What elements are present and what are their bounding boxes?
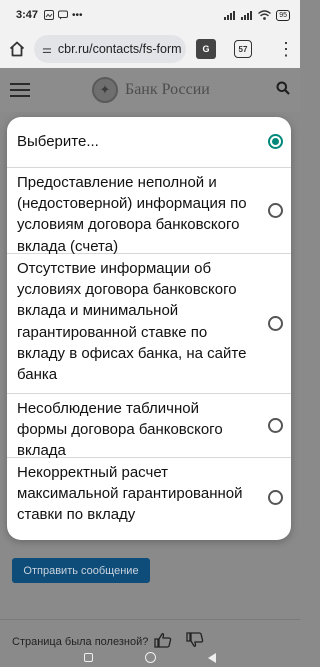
wifi-icon — [258, 10, 272, 20]
site-logo[interactable]: ✦ Банк России — [92, 77, 210, 103]
search-icon[interactable] — [276, 81, 290, 100]
option-label: Отсутствие информации об условиях догово… — [17, 260, 247, 384]
home-nav-icon[interactable] — [145, 652, 156, 663]
gallery-icon — [44, 10, 55, 20]
address-bar[interactable]: ⚌ cbr.ru/contacts/fs-form — [34, 35, 186, 63]
option-label: Некорректный расчет максимальной гаранти… — [17, 464, 243, 524]
divider — [0, 619, 300, 620]
system-icons: 95 — [224, 9, 290, 21]
recents-icon[interactable] — [84, 653, 93, 662]
translate-icon[interactable]: G — [196, 39, 216, 59]
system-nav-bar — [0, 648, 300, 667]
clock: 3:47 — [16, 9, 39, 21]
option-label: Несоблюдение табличной формы договора ба… — [17, 400, 223, 460]
option-item[interactable]: Отсутствие информации об условиях догово… — [7, 254, 291, 394]
tab-switcher-button[interactable]: 57 — [234, 40, 252, 58]
option-item[interactable]: Некорректный расчет максимальной гаранти… — [7, 458, 291, 540]
emblem-icon: ✦ — [92, 77, 118, 103]
option-item[interactable]: Выберите... — [7, 117, 291, 168]
brand-name: Банк России — [125, 81, 210, 98]
home-icon[interactable] — [8, 40, 26, 58]
dots-icon: ••• — [72, 9, 83, 21]
site-header: ✦ Банк России — [0, 68, 300, 112]
battery-icon: 95 — [276, 9, 290, 21]
radio-icon[interactable] — [268, 203, 283, 218]
radio-icon[interactable] — [268, 490, 283, 505]
option-label: Предоставление неполной и (недостоверной… — [17, 174, 247, 255]
message-icon — [58, 10, 69, 20]
status-bar: 3:47 ••• 95 — [0, 0, 300, 30]
more-menu-icon[interactable]: ⋮ — [277, 39, 295, 60]
send-message-button[interactable]: Отправить сообщение — [12, 558, 150, 583]
radio-icon[interactable] — [268, 316, 283, 331]
select-options-dialog: Выберите... Предоставление неполной и (н… — [7, 117, 291, 540]
option-label: Выберите... — [17, 133, 99, 150]
hamburger-menu-icon[interactable] — [10, 83, 30, 97]
url-text: cbr.ru/contacts/fs-form — [57, 42, 182, 56]
notification-icons: ••• — [44, 10, 83, 21]
site-settings-icon[interactable]: ⚌ — [42, 43, 52, 56]
feedback-question: Страница была полезной? — [12, 635, 149, 648]
signal-icon — [224, 11, 236, 20]
option-item[interactable]: Предоставление неполной и (недостоверной… — [7, 168, 291, 255]
radio-selected-icon[interactable] — [268, 134, 283, 149]
option-item[interactable]: Несоблюдение табличной формы договора ба… — [7, 394, 291, 459]
signal-icon — [241, 11, 253, 20]
back-icon[interactable] — [208, 652, 216, 663]
radio-icon[interactable] — [268, 418, 283, 433]
browser-toolbar: ⚌ cbr.ru/contacts/fs-form G 57 ⋮ — [0, 30, 300, 68]
